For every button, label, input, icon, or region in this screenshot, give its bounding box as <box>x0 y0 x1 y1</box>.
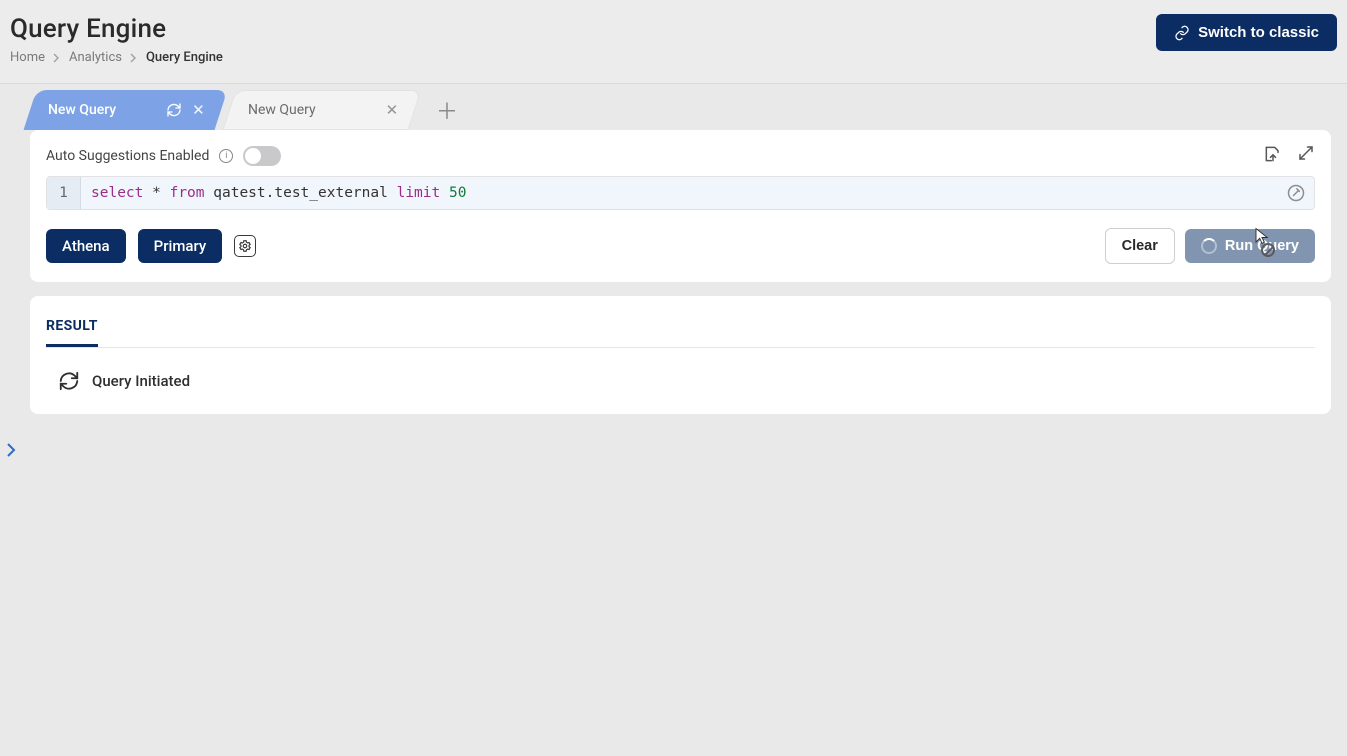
line-number: 1 <box>47 179 80 207</box>
inline-edit-icon[interactable] <box>1286 183 1306 203</box>
context-chip[interactable]: Primary <box>138 229 223 263</box>
main-area: New Query ✕ New Query ✕ ＋ <box>0 80 1347 756</box>
close-tab-icon[interactable]: ✕ <box>385 101 398 119</box>
tab-label: New Query <box>248 102 316 118</box>
editor-top-actions <box>1263 144 1315 164</box>
header-left: Query Engine Home Analytics Query Engine <box>10 14 223 65</box>
query-tab-inactive[interactable]: New Query ✕ <box>222 90 421 130</box>
breadcrumb-home[interactable]: Home <box>10 50 45 65</box>
sql-select: select <box>91 185 143 201</box>
page-title: Query Engine <box>10 14 223 44</box>
result-status-row: Query Initiated <box>46 366 1315 396</box>
expand-sidebar-handle[interactable] <box>2 436 20 464</box>
sql-limit-n: 50 <box>449 185 466 201</box>
breadcrumb-analytics[interactable]: Analytics <box>69 50 122 65</box>
loading-icon <box>58 370 80 392</box>
link-icon <box>1174 25 1190 41</box>
close-tab-icon[interactable]: ✕ <box>192 101 205 119</box>
clear-button[interactable]: Clear <box>1105 228 1175 264</box>
run-query-button[interactable]: Run Query <box>1185 229 1315 263</box>
expand-icon[interactable] <box>1297 144 1315 164</box>
result-card: RESULT Query Initiated <box>30 296 1331 414</box>
spinner-icon <box>1201 238 1217 254</box>
sql-star: * <box>152 185 161 201</box>
add-tab-button[interactable]: ＋ <box>433 96 461 124</box>
chevron-right-icon <box>53 53 61 63</box>
breadcrumb-current: Query Engine <box>146 50 223 65</box>
editor-toolbar: Athena Primary Clear Run Query <box>46 228 1315 264</box>
query-tab-active[interactable]: New Query ✕ <box>24 90 228 130</box>
toggle-knob <box>245 148 261 164</box>
run-buttons: Clear Run Query <box>1105 228 1315 264</box>
engine-chip[interactable]: Athena <box>46 229 126 263</box>
page-header: Query Engine Home Analytics Query Engine… <box>0 0 1347 84</box>
result-status-text: Query Initiated <box>92 372 190 390</box>
sql-line[interactable]: select * from qatest.test_external limit… <box>81 177 476 209</box>
tab-label: New Query <box>48 102 116 118</box>
auto-suggestions-label: Auto Suggestions Enabled <box>46 148 209 164</box>
auto-suggestions-toggle[interactable] <box>243 146 281 166</box>
editor-card: Auto Suggestions Enabled i 1 select * fr… <box>30 130 1331 282</box>
breadcrumb: Home Analytics Query Engine <box>10 50 223 65</box>
sql-from: from <box>170 185 205 201</box>
switch-to-classic-button[interactable]: Switch to classic <box>1156 14 1337 51</box>
export-icon[interactable] <box>1263 144 1283 164</box>
context-chips: Athena Primary <box>46 229 256 263</box>
result-tab[interactable]: RESULT <box>46 312 98 347</box>
line-gutter: 1 <box>47 177 81 209</box>
info-icon[interactable]: i <box>219 149 233 163</box>
switch-to-classic-label: Switch to classic <box>1198 24 1319 41</box>
run-query-label: Run Query <box>1225 238 1299 254</box>
settings-button[interactable] <box>234 235 256 257</box>
auto-suggestions-row: Auto Suggestions Enabled i <box>46 146 1315 166</box>
refresh-icon[interactable] <box>166 102 182 118</box>
chevron-right-icon <box>130 53 138 63</box>
sql-limit: limit <box>397 185 441 201</box>
result-divider <box>46 347 1315 348</box>
sql-table: qatest.test_external <box>213 185 388 201</box>
query-tabs: New Query ✕ New Query ✕ ＋ <box>0 80 1347 130</box>
sql-editor[interactable]: 1 select * from qatest.test_external lim… <box>46 176 1315 210</box>
